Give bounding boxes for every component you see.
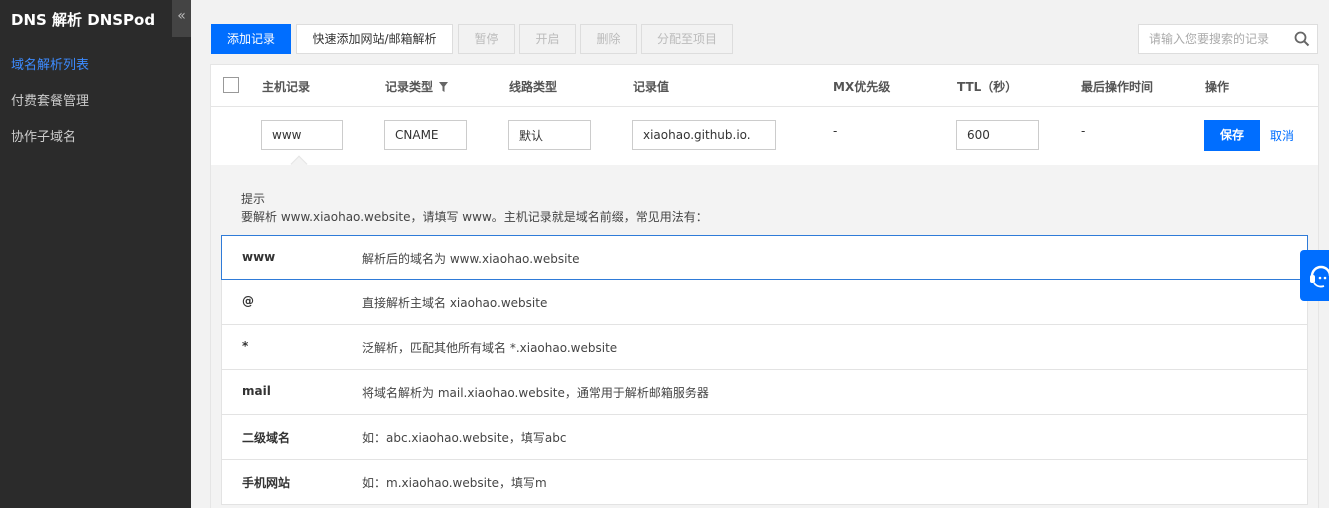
last-op-value: - xyxy=(1081,124,1086,138)
hint-key: www xyxy=(242,250,276,264)
pause-button[interactable]: 暂停 xyxy=(458,24,515,54)
hint-row-subdomain[interactable]: 二级域名 如：abc.xiaohao.website，填写abc xyxy=(221,415,1308,460)
headset-icon xyxy=(1310,265,1329,288)
hint-key: 手机网站 xyxy=(242,476,291,490)
hint-row-at[interactable]: @ 直接解析主域名 xiaohao.website xyxy=(221,280,1308,325)
records-panel: 主机记录 记录类型 线路类型 记录值 MX优先级 TTL（秒） 最后操作时间 操… xyxy=(210,64,1319,508)
edit-record-row: - - 保存 取消 xyxy=(211,107,1318,165)
line-type-select[interactable] xyxy=(508,120,591,150)
hint-key: 二级域名 xyxy=(242,431,291,445)
hint-key: * xyxy=(242,339,249,353)
header-type[interactable]: 记录类型 xyxy=(385,78,449,95)
hint-key: mail xyxy=(242,384,271,398)
add-record-button[interactable]: 添加记录 xyxy=(211,24,291,54)
header-type-label: 记录类型 xyxy=(385,80,434,94)
save-button[interactable]: 保存 xyxy=(1204,120,1260,151)
sidebar-item-plans[interactable]: 付费套餐管理 xyxy=(11,90,89,109)
host-hint-box: 提示 要解析 www.xiaohao.website，请填写 www。主机记录就… xyxy=(211,155,1318,508)
record-type-select[interactable] xyxy=(384,120,467,150)
host-field[interactable] xyxy=(261,120,343,150)
record-value-field[interactable] xyxy=(632,120,776,150)
hint-row-mail[interactable]: mail 将域名解析为 mail.xiaohao.website，通常用于解析邮… xyxy=(221,370,1308,415)
mx-value: - xyxy=(833,124,838,138)
hint-row-www[interactable]: www 解析后的域名为 www.xiaohao.website xyxy=(221,235,1308,280)
header-action: 操作 xyxy=(1205,80,1230,94)
hint-title: 提示 xyxy=(241,192,266,206)
hint-table: www 解析后的域名为 www.xiaohao.website @ 直接解析主域… xyxy=(221,235,1308,505)
header-ttl: TTL（秒） xyxy=(957,80,1018,94)
header-value: 记录值 xyxy=(633,80,670,94)
hint-value: 如：abc.xiaohao.website，填写abc xyxy=(362,431,567,445)
support-button[interactable] xyxy=(1300,250,1329,301)
assign-project-button[interactable]: 分配至项目 xyxy=(641,24,733,54)
hint-value: 如：m.xiaohao.website，填写m xyxy=(362,476,547,490)
select-all-checkbox[interactable] xyxy=(223,77,239,93)
ttl-field[interactable] xyxy=(956,120,1039,150)
header-mx: MX优先级 xyxy=(833,80,891,94)
hint-description: 要解析 www.xiaohao.website，请填写 www。主机记录就是域名… xyxy=(241,210,708,224)
sidebar-item-subdomains[interactable]: 协作子域名 xyxy=(11,126,76,145)
search-box xyxy=(1138,24,1318,54)
header-line: 线路类型 xyxy=(509,80,558,94)
app-title: DNS 解析 DNSPod xyxy=(11,11,156,29)
hint-key: @ xyxy=(242,294,254,308)
delete-button[interactable]: 删除 xyxy=(580,24,637,54)
sidebar: DNS 解析 DNSPod « 域名解析列表 付费套餐管理 协作子域名 xyxy=(0,0,191,508)
cancel-link[interactable]: 取消 xyxy=(1270,127,1294,144)
search-input[interactable] xyxy=(1139,25,1289,53)
header-last-op: 最后操作时间 xyxy=(1081,80,1154,94)
search-icon[interactable] xyxy=(1294,31,1310,47)
header-host: 主机记录 xyxy=(262,80,311,94)
quick-add-button[interactable]: 快速添加网站/邮箱解析 xyxy=(296,24,453,54)
filter-icon[interactable] xyxy=(439,82,449,92)
hint-row-wildcard[interactable]: * 泛解析，匹配其他所有域名 *.xiaohao.website xyxy=(221,325,1308,370)
sidebar-item-dns-list[interactable]: 域名解析列表 xyxy=(11,54,89,73)
hint-value: 解析后的域名为 www.xiaohao.website xyxy=(362,252,580,266)
table-header: 主机记录 记录类型 线路类型 记录值 MX优先级 TTL（秒） 最后操作时间 操… xyxy=(211,65,1318,107)
hint-value: 泛解析，匹配其他所有域名 *.xiaohao.website xyxy=(362,341,618,355)
collapse-sidebar-button[interactable]: « xyxy=(172,0,191,37)
hint-value: 直接解析主域名 xiaohao.website xyxy=(362,296,548,310)
hint-value: 将域名解析为 mail.xiaohao.website，通常用于解析邮箱服务器 xyxy=(362,386,709,400)
enable-button[interactable]: 开启 xyxy=(519,24,576,54)
hint-row-mobile[interactable]: 手机网站 如：m.xiaohao.website，填写m xyxy=(221,460,1308,505)
